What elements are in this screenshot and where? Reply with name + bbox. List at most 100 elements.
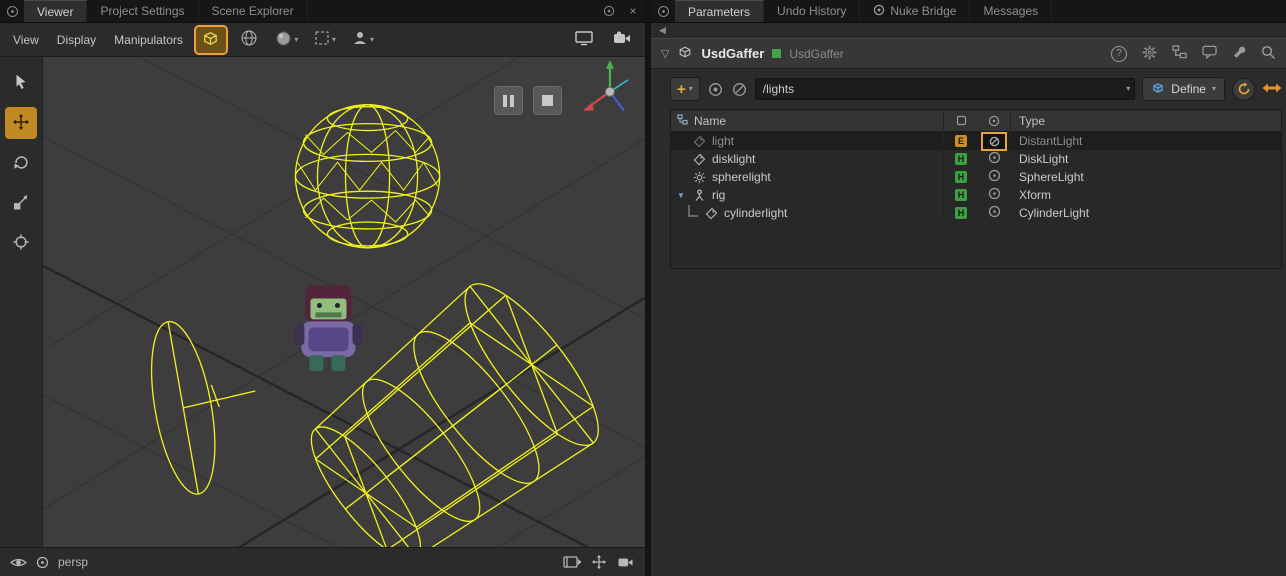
define-dropdown[interactable]: Define ▾ [1142,77,1225,101]
prim-controls: + ▾ ▾ Define ▾ [670,75,1282,103]
node-header: ▽ UsdGaffer UsdGaffer ? [651,38,1286,69]
revert-button[interactable] [1232,78,1255,101]
table-row-rig[interactable]: ▼ rig H Xform [671,186,1281,204]
stop-icon [542,95,553,106]
pane-menu-icon[interactable] [651,0,675,22]
search-icon[interactable] [1261,45,1276,63]
menu-manipulators[interactable]: Manipulators [109,33,188,47]
add-prim-button[interactable]: + ▾ [670,77,700,101]
table-row-disklight[interactable]: disklight H DiskLight [671,150,1281,168]
pause-button[interactable] [494,86,523,115]
render-camera-button[interactable] [607,27,637,53]
header-type-label: Type [1019,114,1045,128]
table-row-spherelight[interactable]: spherelight H SphereLight [671,168,1281,186]
help-icon[interactable]: ? [1111,46,1127,62]
float-pane-icon[interactable] [597,0,621,22]
expand-width-icon[interactable] [1262,81,1282,98]
stop-button[interactable] [533,86,562,115]
menu-display[interactable]: Display [52,33,101,47]
prim-type-label: CylinderLight [1019,206,1089,220]
expander-icon[interactable]: ▼ [677,191,687,200]
pivot-tool-button[interactable] [5,227,37,259]
select-tool-button[interactable] [5,67,37,99]
path-dropdown-icon[interactable]: ▾ [1126,85,1130,93]
tab-label: Nuke Bridge [890,4,956,18]
scroll-left-icon[interactable]: ◀ [659,25,666,36]
marquee-icon [314,30,330,49]
visibility-icon[interactable] [10,556,27,569]
tab-nuke-bridge[interactable]: Nuke Bridge [860,0,970,22]
menu-view[interactable]: View [8,33,44,47]
visibility-toggle[interactable] [988,205,1001,221]
mute-toggle[interactable] [981,132,1007,151]
selection-mode-button[interactable]: ▾ [310,27,340,53]
comment-icon[interactable] [1202,45,1217,62]
wrench-icon[interactable] [1232,45,1246,62]
tab-undo-history[interactable]: Undo History [764,0,860,22]
translate-icon [12,113,30,134]
cube-icon [201,29,220,51]
world-button[interactable] [234,27,264,53]
camera-lock-icon[interactable] [616,555,635,569]
node-graph-icon[interactable] [1172,45,1187,62]
pan-icon[interactable] [591,554,607,570]
edit-state-badge[interactable]: H [955,189,967,201]
app-window: Viewer Project Settings Scene Explorer ×… [0,0,1286,576]
prim-path-input[interactable]: ▾ [755,78,1136,100]
prim-name-label: light [712,134,734,148]
3d-viewport[interactable] [43,57,645,547]
flipbook-icon[interactable] [563,555,582,569]
cursor-icon [12,73,30,94]
lights-display-button[interactable] [196,27,226,53]
visibility-toggle[interactable] [988,151,1001,167]
node-state-badge [772,49,781,58]
edit-state-badge[interactable]: H [955,153,967,165]
tab-viewer[interactable]: Viewer [24,0,87,22]
tab-parameters[interactable]: Parameters [675,0,764,22]
pane-menu-icon[interactable] [0,0,24,22]
column-header-type[interactable]: Type [1010,110,1281,131]
gear-icon[interactable] [1142,45,1157,63]
scale-tool-button[interactable] [5,187,37,219]
link-icon[interactable] [707,81,724,98]
shaded-sphere-icon [275,30,292,50]
display-output-button[interactable] [569,27,599,53]
edit-state-badge[interactable]: E [955,135,967,147]
prim-type-label: Xform [1019,188,1051,202]
target-icon[interactable] [731,81,748,98]
translate-tool-button[interactable] [5,107,37,139]
camera-select-button[interactable]: ▾ [348,27,378,53]
tab-scene-explorer[interactable]: Scene Explorer [199,0,308,22]
scale-icon [12,193,30,214]
camera-menu-icon[interactable] [36,556,49,569]
nuke-icon [873,4,885,19]
edit-state-badge[interactable]: H [955,171,967,183]
tab-messages[interactable]: Messages [970,0,1052,22]
close-pane-icon[interactable]: × [621,0,645,22]
collapse-node-icon[interactable]: ▽ [661,47,669,60]
prim-type-label: DistantLight [1019,134,1082,148]
node-name-label[interactable]: UsdGaffer [701,46,764,61]
tabbar-spacer [308,0,597,22]
tab-label: Messages [983,4,1038,18]
tab-project-settings[interactable]: Project Settings [87,0,198,22]
light-tag-icon [705,207,718,220]
column-header-state[interactable] [978,110,1010,131]
chevron-down-icon: ▾ [1212,85,1216,93]
parameters-pane: Parameters Undo History Nuke Bridge Mess… [651,0,1286,576]
edit-state-badge[interactable]: H [955,207,967,219]
rotate-tool-button[interactable] [5,147,37,179]
column-header-name[interactable]: Name [671,114,943,128]
camera-name-label[interactable]: persp [58,555,88,569]
tabbar-spacer [1052,0,1286,22]
column-header-edit[interactable] [943,110,978,131]
table-row-cylinderlight[interactable]: cylinderlight H CylinderLight [671,204,1281,222]
viewer-pane: Viewer Project Settings Scene Explorer ×… [0,0,645,576]
chevron-down-icon: ▾ [294,36,298,44]
table-row-light[interactable]: light E DistantLight [671,132,1281,150]
shading-mode-button[interactable]: ▾ [272,27,302,53]
visibility-toggle[interactable] [988,187,1001,203]
path-text-field[interactable] [763,82,1127,96]
pause-icon [510,95,514,107]
visibility-toggle[interactable] [988,169,1001,185]
